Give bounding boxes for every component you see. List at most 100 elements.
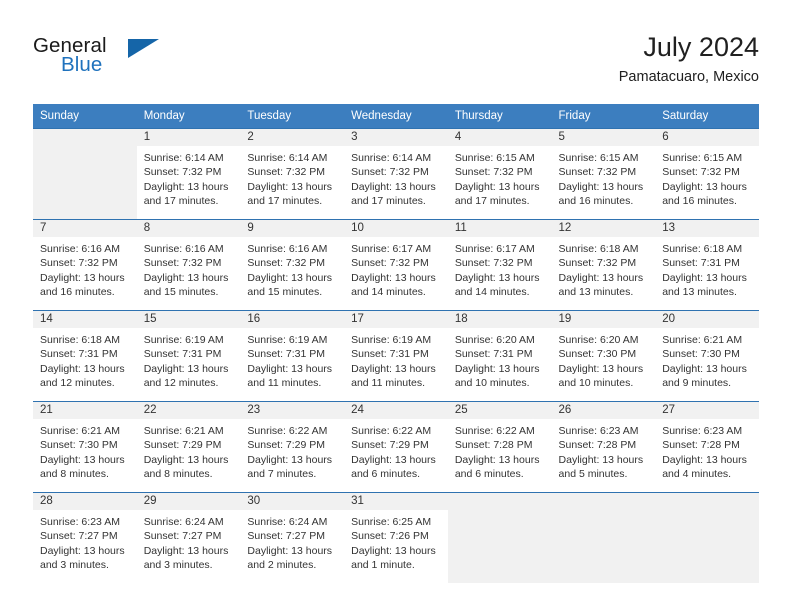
calendar-week-row: 14 Sunrise: 6:18 AM Sunset: 7:31 PM Dayl…: [33, 310, 759, 402]
sunrise-text: Sunrise: 6:15 AM: [662, 152, 743, 164]
day-cell[interactable]: 19 Sunrise: 6:20 AM Sunset: 7:30 PM Dayl…: [551, 310, 656, 402]
day-cell[interactable]: 28 Sunrise: 6:23 AM Sunset: 7:27 PM Dayl…: [33, 492, 137, 583]
day-number: 31: [344, 493, 448, 510]
weekday-header-wednesday: Wednesday: [344, 104, 448, 129]
sunrise-text: Sunrise: 6:20 AM: [558, 334, 639, 346]
sunrise-text: Sunrise: 6:14 AM: [351, 152, 432, 164]
day-details: Sunrise: 6:23 AM Sunset: 7:28 PM Dayligh…: [552, 419, 656, 482]
general-blue-logo[interactable]: General Blue: [33, 34, 253, 88]
day-details: Sunrise: 6:21 AM Sunset: 7:30 PM Dayligh…: [33, 419, 137, 482]
daylight-text-line1: Daylight: 13 hours: [247, 544, 333, 557]
sunset-text: Sunset: 7:27 PM: [143, 530, 222, 543]
day-details: Sunrise: 6:16 AM Sunset: 7:32 PM Dayligh…: [137, 237, 241, 300]
daylight-text-line1: Daylight: 13 hours: [40, 271, 125, 284]
sunset-text: Sunset: 7:32 PM: [247, 257, 326, 270]
sunset-text: Sunset: 7:27 PM: [40, 530, 118, 543]
daylight-text-line2: and 13 minutes.: [558, 286, 634, 299]
day-details: Sunrise: 6:22 AM Sunset: 7:28 PM Dayligh…: [448, 419, 552, 482]
calendar-grid: Sunday Monday Tuesday Wednesday Thursday…: [33, 104, 759, 583]
sunrise-text: Sunrise: 6:21 AM: [40, 425, 120, 437]
day-number: 16: [240, 311, 345, 328]
day-cell[interactable]: 13 Sunrise: 6:18 AM Sunset: 7:31 PM Dayl…: [655, 219, 759, 311]
day-cell[interactable]: 31 Sunrise: 6:25 AM Sunset: 7:26 PM Dayl…: [344, 492, 448, 583]
sunset-text: Sunset: 7:26 PM: [351, 530, 429, 543]
sunset-text: Sunset: 7:32 PM: [143, 257, 222, 270]
sunset-text: Sunset: 7:31 PM: [454, 348, 533, 361]
daylight-text-line1: Daylight: 13 hours: [143, 271, 229, 284]
day-cell[interactable]: 25 Sunrise: 6:22 AM Sunset: 7:28 PM Dayl…: [447, 401, 552, 493]
day-cell[interactable]: 29 Sunrise: 6:24 AM Sunset: 7:27 PM Dayl…: [136, 492, 241, 583]
sunset-text: Sunset: 7:29 PM: [351, 439, 429, 452]
daylight-text-line2: and 2 minutes.: [247, 559, 317, 572]
day-details: Sunrise: 6:16 AM Sunset: 7:32 PM Dayligh…: [33, 237, 137, 300]
daylight-text-line1: Daylight: 13 hours: [558, 180, 644, 193]
daylight-text-line1: Daylight: 13 hours: [662, 180, 747, 193]
daylight-text-line1: Daylight: 13 hours: [351, 544, 436, 557]
day-number: 26: [551, 402, 656, 419]
daylight-text-line2: and 8 minutes.: [40, 468, 109, 481]
day-cell[interactable]: 22 Sunrise: 6:21 AM Sunset: 7:29 PM Dayl…: [136, 401, 241, 493]
day-number: [33, 129, 137, 146]
page-title: July 2024: [643, 32, 759, 62]
day-cell[interactable]: 27 Sunrise: 6:23 AM Sunset: 7:28 PM Dayl…: [655, 401, 759, 493]
daylight-text-line2: and 17 minutes.: [454, 195, 530, 208]
day-number: 24: [344, 402, 448, 419]
day-cell[interactable]: 20 Sunrise: 6:21 AM Sunset: 7:30 PM Dayl…: [655, 310, 759, 402]
day-cell[interactable]: 11 Sunrise: 6:17 AM Sunset: 7:32 PM Dayl…: [447, 219, 552, 311]
daylight-text-line1: Daylight: 13 hours: [454, 453, 540, 466]
day-number: 2: [240, 129, 345, 146]
day-cell[interactable]: 15 Sunrise: 6:19 AM Sunset: 7:31 PM Dayl…: [136, 310, 241, 402]
daylight-text-line2: and 16 minutes.: [40, 286, 115, 299]
sunset-text: Sunset: 7:31 PM: [662, 257, 740, 270]
day-cell[interactable]: 8 Sunrise: 6:16 AM Sunset: 7:32 PM Dayli…: [136, 219, 241, 311]
day-details: Sunrise: 6:14 AM Sunset: 7:32 PM Dayligh…: [137, 146, 241, 209]
sunset-text: Sunset: 7:30 PM: [558, 348, 637, 361]
sunset-text: Sunset: 7:31 PM: [351, 348, 429, 361]
day-number: 12: [551, 220, 656, 237]
day-cell[interactable]: 18 Sunrise: 6:20 AM Sunset: 7:31 PM Dayl…: [447, 310, 552, 402]
sunset-text: Sunset: 7:32 PM: [351, 166, 429, 179]
day-cell[interactable]: 10 Sunrise: 6:17 AM Sunset: 7:32 PM Dayl…: [344, 219, 448, 311]
sunset-text: Sunset: 7:32 PM: [247, 166, 326, 179]
day-cell[interactable]: 6 Sunrise: 6:15 AM Sunset: 7:32 PM Dayli…: [655, 128, 759, 220]
daylight-text-line1: Daylight: 13 hours: [247, 180, 333, 193]
day-cell[interactable]: 21 Sunrise: 6:21 AM Sunset: 7:30 PM Dayl…: [33, 401, 137, 493]
daylight-text-line1: Daylight: 13 hours: [454, 271, 540, 284]
day-cell[interactable]: 7 Sunrise: 6:16 AM Sunset: 7:32 PM Dayli…: [33, 219, 137, 311]
sunrise-text: Sunrise: 6:24 AM: [143, 516, 224, 528]
day-cell[interactable]: 12 Sunrise: 6:18 AM Sunset: 7:32 PM Dayl…: [551, 219, 656, 311]
day-cell-empty: [33, 128, 137, 220]
weekday-header-friday: Friday: [551, 104, 656, 129]
sunrise-text: Sunrise: 6:16 AM: [143, 243, 224, 255]
day-cell-empty: [551, 492, 656, 583]
sunrise-text: Sunrise: 6:21 AM: [662, 334, 743, 346]
day-number: 30: [240, 493, 345, 510]
day-cell[interactable]: 2 Sunrise: 6:14 AM Sunset: 7:32 PM Dayli…: [240, 128, 345, 220]
calendar-header-row: Sunday Monday Tuesday Wednesday Thursday…: [33, 104, 759, 129]
day-number: 22: [136, 402, 241, 419]
day-cell[interactable]: 4 Sunrise: 6:15 AM Sunset: 7:32 PM Dayli…: [447, 128, 552, 220]
daylight-text-line2: and 12 minutes.: [40, 377, 115, 390]
daylight-text-line2: and 11 minutes.: [247, 377, 322, 390]
day-cell[interactable]: 1 Sunrise: 6:14 AM Sunset: 7:32 PM Dayli…: [136, 128, 241, 220]
day-cell[interactable]: 23 Sunrise: 6:22 AM Sunset: 7:29 PM Dayl…: [240, 401, 345, 493]
day-cell[interactable]: 16 Sunrise: 6:19 AM Sunset: 7:31 PM Dayl…: [240, 310, 345, 402]
day-cell[interactable]: 9 Sunrise: 6:16 AM Sunset: 7:32 PM Dayli…: [240, 219, 345, 311]
sunrise-text: Sunrise: 6:16 AM: [40, 243, 120, 255]
sunrise-text: Sunrise: 6:23 AM: [40, 516, 120, 528]
day-cell[interactable]: 24 Sunrise: 6:22 AM Sunset: 7:29 PM Dayl…: [344, 401, 448, 493]
sunset-text: Sunset: 7:32 PM: [454, 257, 533, 270]
day-cell[interactable]: 5 Sunrise: 6:15 AM Sunset: 7:32 PM Dayli…: [551, 128, 656, 220]
day-details: Sunrise: 6:19 AM Sunset: 7:31 PM Dayligh…: [137, 328, 241, 391]
day-cell[interactable]: 3 Sunrise: 6:14 AM Sunset: 7:32 PM Dayli…: [344, 128, 448, 220]
day-number: 13: [655, 220, 759, 237]
day-cell[interactable]: 17 Sunrise: 6:19 AM Sunset: 7:31 PM Dayl…: [344, 310, 448, 402]
day-cell[interactable]: 26 Sunrise: 6:23 AM Sunset: 7:28 PM Dayl…: [551, 401, 656, 493]
sunrise-text: Sunrise: 6:19 AM: [351, 334, 432, 346]
day-cell[interactable]: 14 Sunrise: 6:18 AM Sunset: 7:31 PM Dayl…: [33, 310, 137, 402]
day-number: 23: [240, 402, 345, 419]
day-details: Sunrise: 6:17 AM Sunset: 7:32 PM Dayligh…: [448, 237, 552, 300]
day-cell[interactable]: 30 Sunrise: 6:24 AM Sunset: 7:27 PM Dayl…: [240, 492, 345, 583]
day-number: 15: [136, 311, 241, 328]
sunrise-text: Sunrise: 6:20 AM: [454, 334, 535, 346]
